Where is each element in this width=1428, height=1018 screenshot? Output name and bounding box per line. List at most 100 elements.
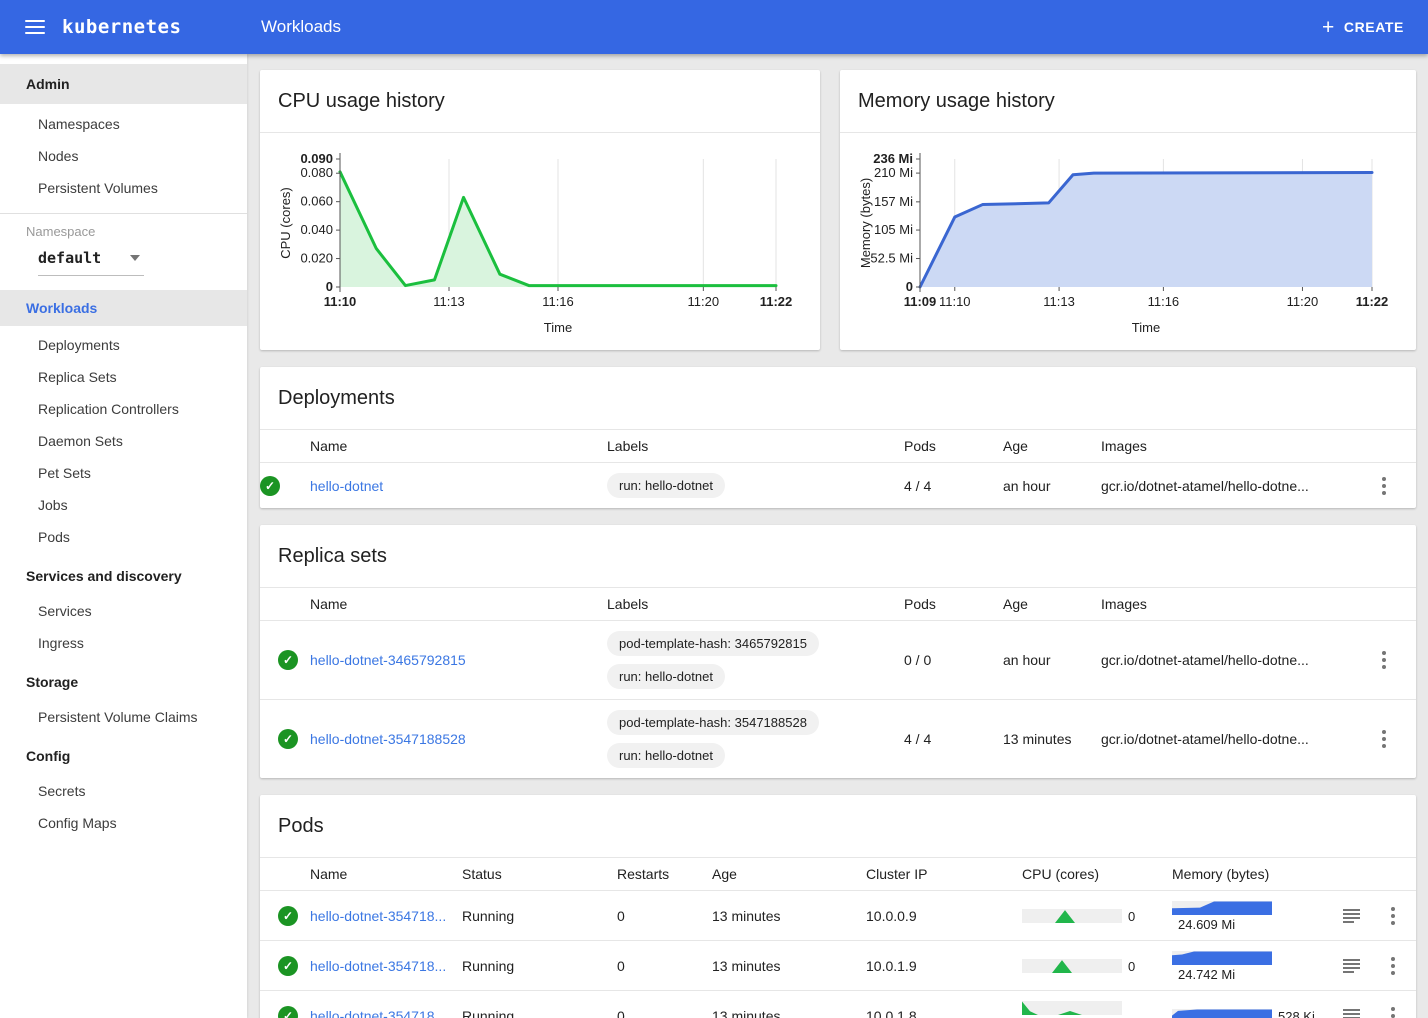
sidebar-item-label: Persistent Volumes <box>38 180 158 196</box>
sidebar-section-services-discovery: Services and discovery <box>0 557 247 595</box>
row-menu-icon[interactable] <box>1378 726 1390 752</box>
column-header-restarts: Restarts <box>617 866 712 882</box>
sidebar-item-label: Config Maps <box>38 815 117 831</box>
status-ok-icon: ✓ <box>278 906 298 926</box>
svg-text:0.080: 0.080 <box>300 165 333 180</box>
svg-text:0.090: 0.090 <box>300 151 333 166</box>
hamburger-menu-icon[interactable] <box>25 16 45 38</box>
sidebar-item-deployments[interactable]: Deployments <box>0 329 247 361</box>
pods-count: 4 / 4 <box>904 478 1003 494</box>
label-chip: run: hello-dotnet <box>607 473 725 498</box>
column-header-name: Name <box>310 596 607 612</box>
deployments-card: Deployments Name Labels Pods Age Images … <box>260 367 1416 508</box>
sidebar-item-workloads[interactable]: Workloads <box>0 290 247 326</box>
column-header-status: Status <box>462 866 617 882</box>
age-value: an hour <box>1003 652 1101 668</box>
sidebar-item-jobs[interactable]: Jobs <box>0 489 247 521</box>
pod-restarts: 0 <box>617 958 712 974</box>
sidebar-item-label: Replication Controllers <box>38 401 179 417</box>
row-menu-icon[interactable] <box>1387 903 1399 929</box>
pod-status: Running <box>462 1008 617 1018</box>
row-menu-icon[interactable] <box>1378 473 1390 499</box>
sidebar-item-ingress[interactable]: Ingress <box>0 627 247 659</box>
logs-icon[interactable] <box>1341 1005 1362 1018</box>
replica-sets-card: Replica sets Name Labels Pods Age Images… <box>260 525 1416 778</box>
sidebar-item-replica-sets[interactable]: Replica Sets <box>0 361 247 393</box>
age-value: an hour <box>1003 478 1101 494</box>
svg-text:11:20: 11:20 <box>688 294 720 309</box>
create-button-label: CREATE <box>1344 19 1404 35</box>
sidebar-item-label: Namespaces <box>38 116 120 132</box>
sidebar-item-pods[interactable]: Pods <box>0 521 247 553</box>
svg-text:CPU (cores): CPU (cores) <box>278 187 293 259</box>
row-menu-icon[interactable] <box>1378 647 1390 673</box>
label-chip: pod-template-hash: 3547188528 <box>607 710 819 735</box>
pods-header-row: Name Status Restarts Age Cluster IP CPU … <box>260 857 1416 891</box>
cpu-chart-title: CPU usage history <box>260 70 820 133</box>
images-value: gcr.io/dotnet-atamel/hello-dotne... <box>1101 478 1357 494</box>
sidebar-item-secrets[interactable]: Secrets <box>0 775 247 807</box>
logs-icon[interactable] <box>1341 955 1362 977</box>
column-header-name: Name <box>310 438 607 454</box>
replica-set-link[interactable]: hello-dotnet-3547188528 <box>310 731 466 747</box>
logs-icon[interactable] <box>1341 905 1362 927</box>
sidebar-item-namespaces[interactable]: Namespaces <box>0 108 247 140</box>
deployment-link[interactable]: hello-dotnet <box>310 478 383 494</box>
column-header-cpu: CPU (cores) <box>1022 866 1172 882</box>
sidebar-item-label: Daemon Sets <box>38 433 123 449</box>
svg-text:11:10: 11:10 <box>324 294 357 309</box>
sidebar-item-label: Pet Sets <box>38 465 91 481</box>
sidebar-item-persistent-volumes[interactable]: Persistent Volumes <box>0 172 247 204</box>
sidebar-item-label: Nodes <box>38 148 78 164</box>
status-ok-icon: ✓ <box>278 729 298 749</box>
pod-link[interactable]: hello-dotnet-354718... <box>310 908 446 924</box>
sidebar-item-admin[interactable]: Admin <box>0 64 247 104</box>
memory-sparkline <box>1172 1009 1272 1018</box>
namespace-select[interactable]: default <box>38 249 144 276</box>
images-value: gcr.io/dotnet-atamel/hello-dotne... <box>1101 731 1357 747</box>
svg-text:Memory (bytes): Memory (bytes) <box>858 178 873 268</box>
sidebar-item-pet-sets[interactable]: Pet Sets <box>0 457 247 489</box>
table-row: ✓ hello-dotnet run: hello-dotnet 4 / 4 a… <box>260 463 1416 508</box>
sidebar-item-label: Pods <box>38 529 70 545</box>
memory-sparkline <box>1172 951 1272 965</box>
memory-usage-card: Memory usage history 052.5 Mi105 Mi157 M… <box>840 70 1416 350</box>
sidebar: Admin Namespaces Nodes Persistent Volume… <box>0 54 247 1018</box>
cpu-value: 0 <box>1128 909 1135 924</box>
svg-text:52.5 Mi: 52.5 Mi <box>870 251 913 266</box>
cpu-value: 0 <box>1128 959 1135 974</box>
deployments-header-row: Name Labels Pods Age Images <box>260 429 1416 463</box>
label-chip: run: hello-dotnet <box>607 743 725 768</box>
table-row: ✓hello-dotnet-354718...Running013 minute… <box>260 991 1416 1018</box>
column-header-images: Images <box>1101 438 1357 454</box>
memory-value: 24.609 Mi <box>1178 917 1235 932</box>
sidebar-item-services[interactable]: Services <box>0 595 247 627</box>
create-button[interactable]: + CREATE <box>1322 17 1404 38</box>
sidebar-item-persistent-volume-claims[interactable]: Persistent Volume Claims <box>0 701 247 733</box>
row-menu-icon[interactable] <box>1387 1003 1399 1018</box>
replica-set-link[interactable]: hello-dotnet-3465792815 <box>310 652 466 668</box>
cluster-ip-value: 10.0.1.8 <box>866 1008 1022 1018</box>
svg-text:105 Mi: 105 Mi <box>874 222 913 237</box>
column-header-cluster-ip: Cluster IP <box>866 866 1022 882</box>
age-value: 13 minutes <box>712 958 866 974</box>
svg-text:210 Mi: 210 Mi <box>874 165 913 180</box>
column-header-memory: Memory (bytes) <box>1172 866 1332 882</box>
age-value: 13 minutes <box>712 908 866 924</box>
sidebar-item-replication-controllers[interactable]: Replication Controllers <box>0 393 247 425</box>
cpu-sparkline <box>1022 959 1122 973</box>
column-header-labels: Labels <box>607 438 904 454</box>
sidebar-item-config-maps[interactable]: Config Maps <box>0 807 247 839</box>
svg-text:157 Mi: 157 Mi <box>874 194 913 209</box>
pod-link[interactable]: hello-dotnet-354718... <box>310 1008 446 1018</box>
sidebar-item-daemon-sets[interactable]: Daemon Sets <box>0 425 247 457</box>
svg-text:11:16: 11:16 <box>542 294 574 309</box>
memory-sparkline <box>1172 901 1272 915</box>
pod-restarts: 0 <box>617 908 712 924</box>
memory-chart-title: Memory usage history <box>840 70 1416 133</box>
pods-card: Pods Name Status Restarts Age Cluster IP… <box>260 795 1416 1018</box>
cpu-sparkline <box>1022 909 1122 923</box>
sidebar-item-nodes[interactable]: Nodes <box>0 140 247 172</box>
row-menu-icon[interactable] <box>1387 953 1399 979</box>
pod-link[interactable]: hello-dotnet-354718... <box>310 958 446 974</box>
